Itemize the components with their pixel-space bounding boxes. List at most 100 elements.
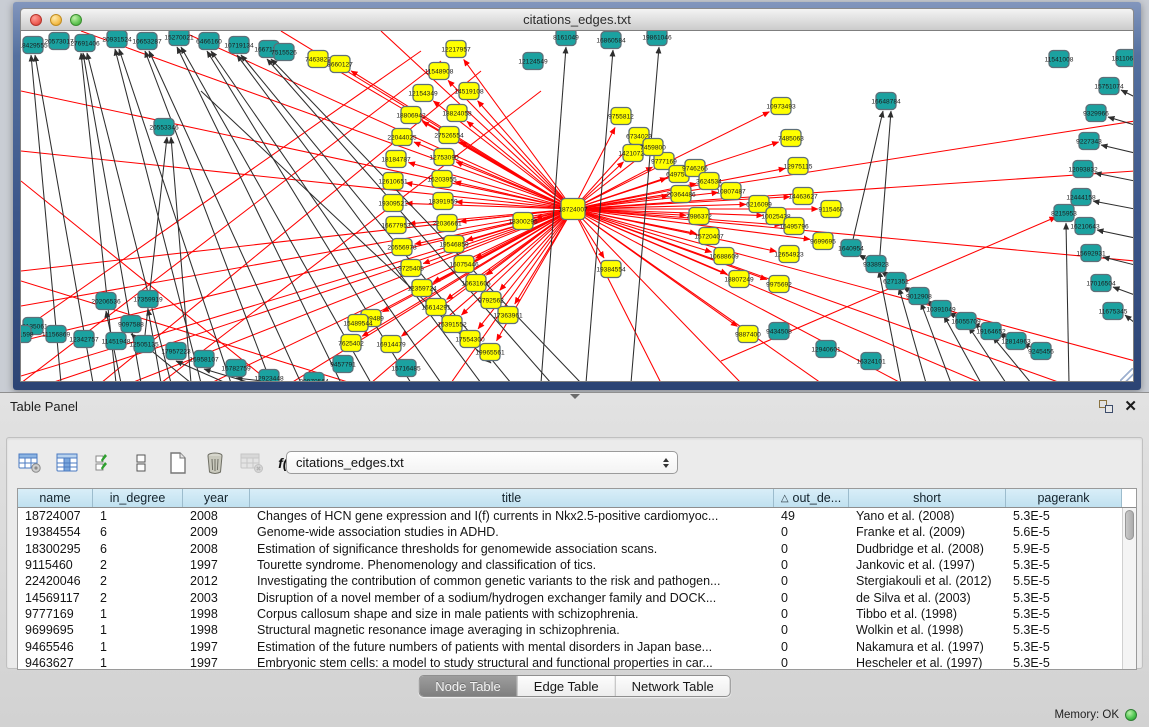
graph-node-teal[interactable]: 9338923 bbox=[863, 256, 889, 273]
graph-node-teal[interactable]: 9227343 bbox=[1076, 133, 1102, 150]
graph-node-yellow[interactable]: 17363961 bbox=[493, 307, 523, 324]
graph-node-yellow[interactable]: 7986372 bbox=[686, 208, 712, 225]
graph-node-teal[interactable]: 12923448 bbox=[254, 370, 284, 383]
graph-node-teal[interactable]: 18110624 bbox=[1112, 50, 1134, 67]
table-row[interactable]: 1830029562008Estimation of significance … bbox=[18, 541, 1136, 557]
graph-node-teal[interactable]: 20931524 bbox=[102, 31, 132, 48]
graph-node-yellow[interactable]: 14463627 bbox=[788, 188, 818, 205]
graph-node-yellow[interactable]: 12610651 bbox=[378, 173, 408, 190]
graph-node-teal[interactable]: 16324101 bbox=[856, 353, 886, 370]
graph-node-yellow[interactable]: 9792562 bbox=[478, 292, 504, 309]
graph-node-yellow[interactable]: 18824058 bbox=[442, 105, 472, 122]
graph-node-teal[interactable]: 7515526 bbox=[271, 44, 297, 61]
graph-node-teal[interactable]: 12124549 bbox=[518, 53, 548, 70]
graph-node-teal[interactable]: 11156869 bbox=[42, 326, 71, 343]
graph-node-yellow[interactable]: 9699695 bbox=[810, 233, 836, 250]
graph-node-teal[interactable]: 9434508 bbox=[766, 323, 792, 340]
tab-edge-table[interactable]: Edge Table bbox=[518, 676, 616, 696]
table-row[interactable]: 946362711997Embryonic stem cells: a mode… bbox=[18, 655, 1136, 670]
memory-status-indicator[interactable] bbox=[1125, 709, 1137, 721]
graph-node-yellow[interactable]: 7485063 bbox=[778, 130, 804, 147]
graph-node-teal[interactable]: 27691406 bbox=[70, 35, 100, 52]
graph-node-teal[interactable]: 10391049 bbox=[926, 301, 956, 318]
show-columns-icon[interactable] bbox=[54, 449, 80, 477]
network-table-selector[interactable]: citations_edges.txt bbox=[286, 451, 678, 474]
graph-node-teal[interactable]: 20206536 bbox=[91, 293, 121, 310]
graph-node-teal[interactable]: 12505135 bbox=[129, 336, 159, 353]
graph-node-teal[interactable]: 11675345 bbox=[1099, 303, 1128, 320]
table-mode-icon[interactable] bbox=[17, 449, 43, 477]
graph-node-teal[interactable]: 16782759 bbox=[221, 360, 251, 377]
graph-node-teal[interactable]: 8215953 bbox=[1051, 205, 1077, 222]
graph-node-teal[interactable]: 9245456 bbox=[1028, 343, 1054, 360]
graph-node-yellow[interactable]: 18806942 bbox=[396, 107, 426, 124]
graph-node-yellow[interactable]: 9725405 bbox=[398, 260, 424, 277]
network-canvas[interactable]: 1842955520573017276914062093152410653287… bbox=[20, 30, 1134, 382]
row-height-icon[interactable] bbox=[128, 449, 154, 477]
graph-node-teal[interactable]: 17957223 bbox=[161, 343, 191, 360]
graph-node-teal[interactable]: 15270021 bbox=[164, 31, 194, 46]
table-row[interactable]: 946554611997Estimation of the future num… bbox=[18, 638, 1136, 654]
graph-node-teal[interactable]: 12444158 bbox=[1066, 189, 1096, 206]
window-resize-grip[interactable] bbox=[1120, 368, 1133, 381]
table-row[interactable]: 1456911722003Disruption of a novel membe… bbox=[18, 589, 1136, 605]
column-header-title[interactable]: title bbox=[250, 489, 774, 507]
graph-node-yellow[interactable]: 9975692 bbox=[766, 276, 792, 293]
window-titlebar[interactable]: citations_edges.txt bbox=[20, 8, 1134, 30]
graph-node-yellow[interactable]: 9887400 bbox=[735, 326, 761, 343]
graph-node-yellow[interactable]: 12975115 bbox=[784, 158, 813, 175]
graph-node-yellow[interactable]: 9755812 bbox=[608, 108, 634, 125]
table-row[interactable]: 1938455462009Genome-wide association stu… bbox=[18, 524, 1136, 540]
table-row[interactable]: 2242004622012Investigating the contribut… bbox=[18, 573, 1136, 589]
graph-node-yellow[interactable]: 9115460 bbox=[818, 201, 844, 218]
graph-node-teal[interactable]: 9012908 bbox=[906, 288, 932, 305]
column-header-name[interactable]: name bbox=[18, 489, 93, 507]
graph-node-yellow[interactable]: 7459800 bbox=[640, 139, 666, 156]
graph-node-teal[interactable]: 20970564 bbox=[299, 373, 329, 383]
graph-node-yellow[interactable]: 18184787 bbox=[381, 151, 411, 168]
graph-node-teal[interactable]: 11451948 bbox=[102, 333, 131, 350]
close-panel-icon[interactable]: ✕ bbox=[1124, 397, 1137, 415]
graph-node-yellow[interactable]: 10807487 bbox=[716, 183, 746, 200]
column-header-in-degree[interactable]: in_degree bbox=[93, 489, 183, 507]
graph-node-yellow[interactable]: 27526554 bbox=[434, 127, 464, 144]
graph-node-yellow[interactable]: 11548908 bbox=[425, 63, 454, 80]
column-check-icon[interactable] bbox=[91, 449, 117, 477]
graph-node-teal[interactable]: 8161049 bbox=[553, 31, 579, 46]
graph-node-teal[interactable]: 15716485 bbox=[391, 360, 421, 377]
new-column-icon[interactable] bbox=[165, 449, 191, 477]
graph-node-teal[interactable]: 6466160 bbox=[196, 33, 222, 50]
graph-node-teal[interactable]: 6271351 bbox=[883, 273, 909, 290]
graph-node-teal[interactable]: 9329966 bbox=[1083, 105, 1109, 122]
graph-node-yellow[interactable]: 16914479 bbox=[376, 336, 406, 353]
graph-node-yellow[interactable]: 7625402 bbox=[338, 335, 364, 352]
graph-node-yellow[interactable]: 15720407 bbox=[694, 228, 724, 245]
graph-node-teal[interactable]: 10719134 bbox=[224, 37, 254, 54]
column-header-year[interactable]: year bbox=[183, 489, 250, 507]
column-header-pagerank[interactable]: pagerank bbox=[1006, 489, 1122, 507]
delete-table-icon[interactable] bbox=[239, 449, 265, 477]
graph-node-teal[interactable]: 20553346 bbox=[149, 119, 179, 136]
graph-node-yellow[interactable]: 14519108 bbox=[454, 83, 484, 100]
graph-node-teal[interactable]: 17016504 bbox=[1086, 275, 1116, 292]
graph-node-yellow[interactable]: 18391959 bbox=[428, 193, 458, 210]
graph-node-yellow[interactable]: 16203955 bbox=[427, 171, 457, 188]
graph-node-yellow[interactable]: 20556978 bbox=[387, 239, 417, 256]
graph-node-teal[interactable]: 17359919 bbox=[133, 291, 163, 308]
graph-node-teal[interactable]: 12814963 bbox=[1001, 333, 1031, 350]
float-panel-icon[interactable] bbox=[1099, 400, 1113, 413]
graph-node-yellow[interactable]: 15614291 bbox=[421, 299, 451, 316]
table-row[interactable]: 977716911998Corpus callosum shape and si… bbox=[18, 606, 1136, 622]
graph-node-teal[interactable]: 12093832 bbox=[1068, 161, 1098, 178]
tab-network-table[interactable]: Network Table bbox=[616, 676, 730, 696]
table-scrollbar[interactable] bbox=[1122, 508, 1136, 669]
graph-node-teal[interactable]: 12342757 bbox=[69, 331, 99, 348]
graph-node-yellow[interactable]: 18300295 bbox=[508, 213, 538, 230]
graph-node-teal[interactable]: 19861046 bbox=[642, 31, 672, 46]
table-row[interactable]: 911546021997Tourette syndrome. Phenomeno… bbox=[18, 557, 1136, 573]
graph-node-teal[interactable]: 16860584 bbox=[596, 32, 626, 49]
delete-column-icon[interactable] bbox=[202, 449, 228, 477]
graph-node-yellow[interactable]: 19384554 bbox=[596, 261, 626, 278]
graph-node-yellow[interactable]: 19546859 bbox=[439, 236, 469, 253]
graph-node-teal[interactable]: 15692931 bbox=[1076, 245, 1106, 262]
